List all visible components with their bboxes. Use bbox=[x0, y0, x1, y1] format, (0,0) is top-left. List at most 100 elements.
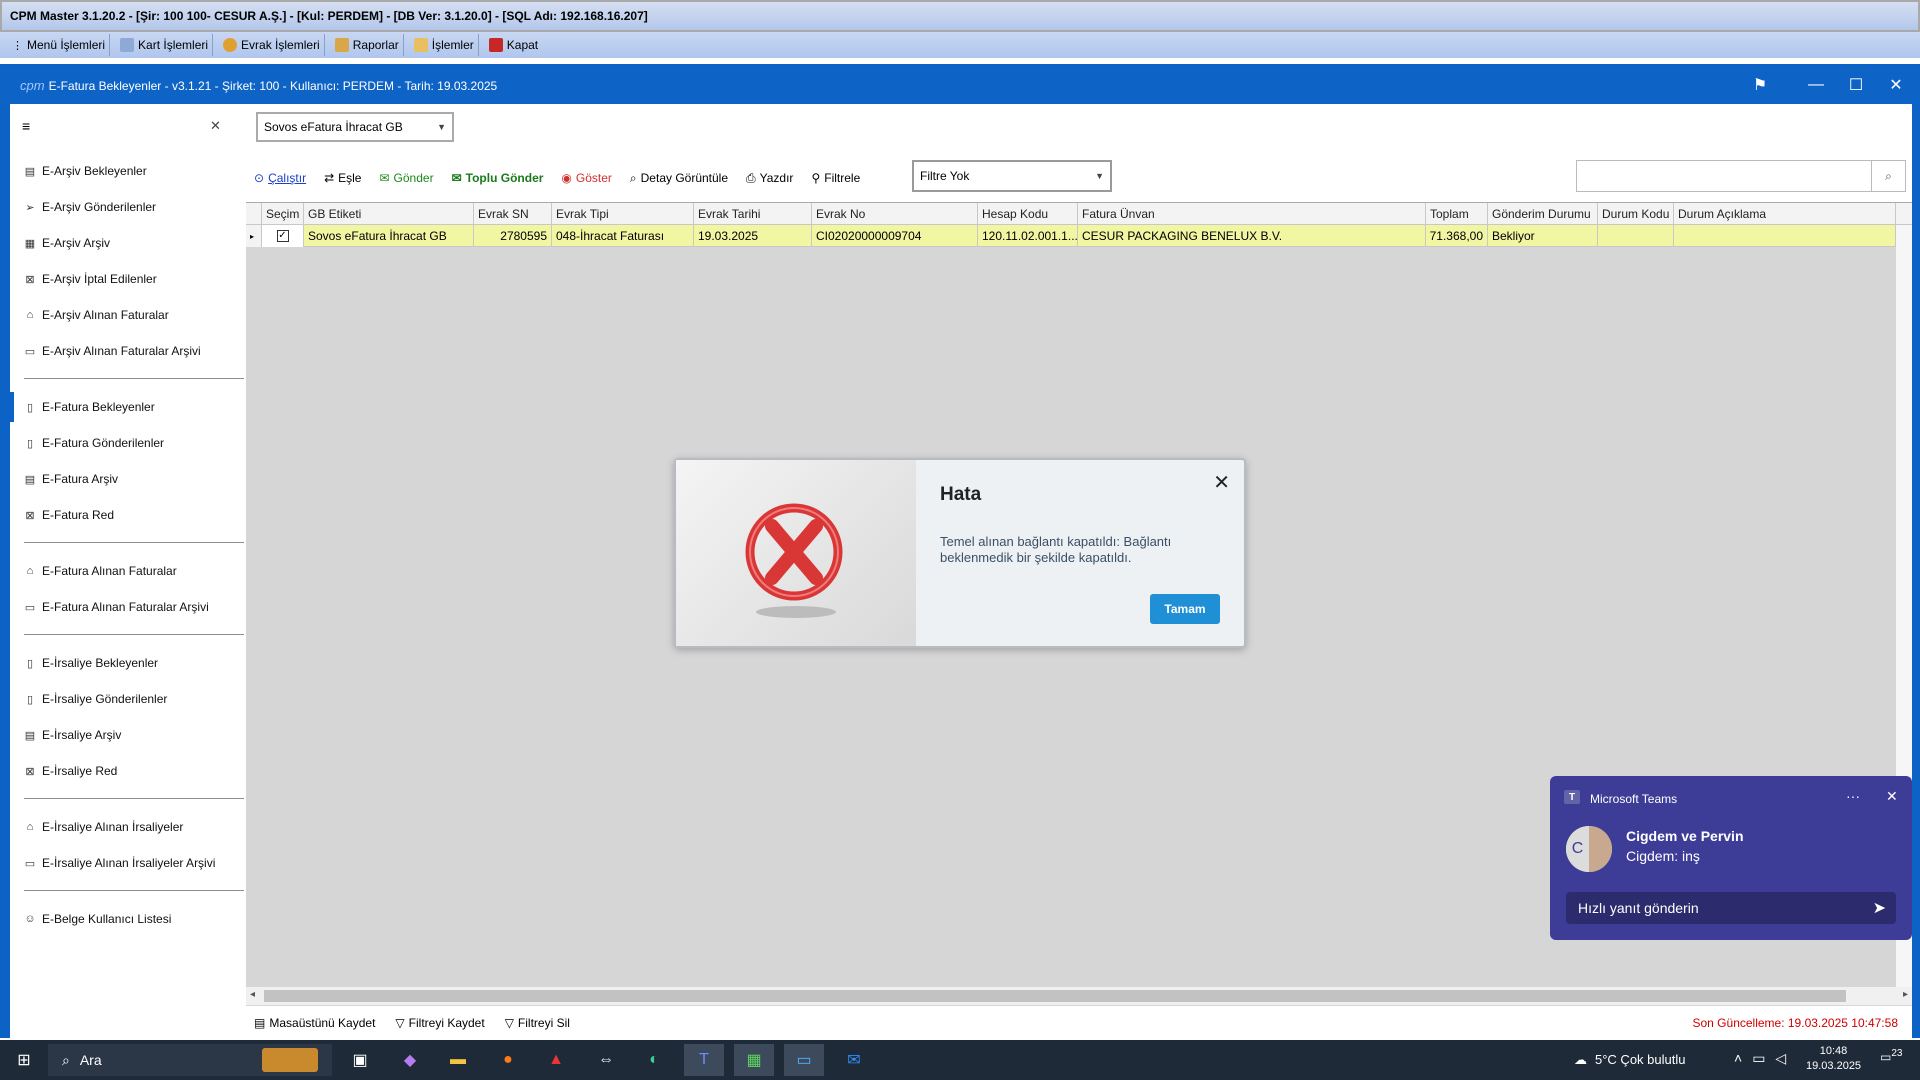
search-icon[interactable]: ⌕ bbox=[1871, 161, 1905, 191]
sidebar-item-eirsaliye-red[interactable]: ⊠ E-İrsaliye Red bbox=[24, 758, 117, 784]
source-select[interactable]: Sovos eFatura İhracat GB ▼ bbox=[256, 112, 454, 142]
esle-button[interactable]: ⇄ Eşle bbox=[324, 171, 361, 185]
weather-widget[interactable]: ☁ 5°C Çok bulutlu bbox=[1574, 1052, 1685, 1068]
sidebar-item-efatura-alinan[interactable]: ⌂ E-Fatura Alınan Faturalar bbox=[24, 558, 177, 584]
sidebar-item-label: E-Belge Kullanıcı Listesi bbox=[42, 912, 172, 926]
sidebar-item-earsiv-arsiv[interactable]: ▦ E-Arşiv Arşiv bbox=[24, 230, 110, 256]
teams-taskbar-icon[interactable]: T bbox=[684, 1044, 724, 1076]
filter-select[interactable]: Filtre Yok ▼ bbox=[912, 160, 1112, 192]
teams-notification[interactable]: T Microsoft Teams ··· ✕ C Cigdem ve Perv… bbox=[1550, 776, 1912, 940]
network-icon[interactable]: ▭ bbox=[1752, 1050, 1765, 1067]
sidebar-item-eirsaliye-bekleyenler[interactable]: ▯ E-İrsaliye Bekleyenler bbox=[24, 650, 158, 676]
pin-icon[interactable]: ✕ bbox=[210, 118, 221, 134]
menu-raporlar[interactable]: Raporlar bbox=[331, 34, 404, 56]
menu-evrak-islemleri[interactable]: Evrak İşlemleri bbox=[219, 34, 325, 56]
sidebar-item-efatura-gonderilenler[interactable]: ▯ E-Fatura Gönderilenler bbox=[24, 430, 164, 456]
clock[interactable]: 10:48 19.03.2025 bbox=[1806, 1044, 1861, 1074]
column-header[interactable]: Evrak SN bbox=[474, 203, 552, 225]
excel-app-icon[interactable]: ▦ bbox=[734, 1044, 774, 1076]
task-view-icon[interactable]: ▣ bbox=[340, 1044, 380, 1076]
filtreyi-sil-button[interactable]: ▽ Filtreyi Sil bbox=[505, 1016, 570, 1030]
cpm-app-icon[interactable]: ▭ bbox=[784, 1044, 824, 1076]
outlook-icon[interactable]: ✉ bbox=[834, 1044, 874, 1076]
table-row[interactable]: ▸ ✓ Sovos eFatura İhracat GB 2780595 048… bbox=[246, 225, 1902, 247]
gonder-button[interactable]: ✉ Gönder bbox=[379, 171, 433, 185]
scroll-right-icon[interactable]: ▸ bbox=[1903, 989, 1908, 1000]
edge-icon[interactable]: ◐ bbox=[634, 1044, 674, 1076]
app-title-text: E-Fatura Bekleyenler - v3.1.21 - Şirket:… bbox=[48, 78, 498, 93]
sidebar-item-efatura-arsiv[interactable]: ▤ E-Fatura Arşiv bbox=[24, 466, 118, 492]
notification-icon[interactable]: ⚑ bbox=[1740, 66, 1780, 104]
row-checkbox[interactable]: ✓ bbox=[262, 225, 304, 247]
sidebar-item-efatura-red[interactable]: ⊠ E-Fatura Red bbox=[24, 502, 114, 528]
sidebar-item-eirsaliye-alinan[interactable]: ⌂ E-İrsaliye Alınan İrsaliyeler bbox=[24, 814, 184, 840]
firefox-icon[interactable]: ● bbox=[488, 1044, 528, 1076]
sidebar-item-earsiv-alinan-arsiv[interactable]: ▭ E-Arşiv Alınan Faturalar Arşivi bbox=[24, 338, 201, 364]
sidebar-item-earsiv-gonderilenler[interactable]: ➢ E-Arşiv Gönderilenler bbox=[24, 194, 156, 220]
toplu-gonder-button[interactable]: ✉ Toplu Gönder bbox=[452, 171, 544, 185]
sidebar-item-label: E-Arşiv Arşiv bbox=[42, 236, 111, 250]
acrobat-icon[interactable]: ▲ bbox=[536, 1044, 576, 1076]
column-header[interactable]: Hesap Kodu bbox=[978, 203, 1078, 225]
volume-icon[interactable]: ◁ bbox=[1775, 1050, 1786, 1067]
dialog-close-icon[interactable]: ✕ bbox=[1213, 470, 1230, 495]
chevron-up-icon[interactable]: ˄ bbox=[1734, 1050, 1742, 1067]
taskbar-search[interactable]: ⌕ Ara bbox=[48, 1044, 332, 1076]
column-header[interactable]: Evrak Tipi bbox=[552, 203, 694, 225]
menu-islemler[interactable]: İşlemler bbox=[410, 34, 479, 56]
column-header[interactable]: Fatura Ünvan bbox=[1078, 203, 1426, 225]
notification-center-icon[interactable]: ▭23 bbox=[1880, 1048, 1902, 1064]
menu-kapat[interactable]: Kapat bbox=[485, 34, 542, 56]
sidebar-item-label: E-Arşiv Alınan Faturalar Arşivi bbox=[42, 344, 201, 358]
sidebar-item-earsiv-iptal[interactable]: ⊠ E-Arşiv İptal Edilenler bbox=[24, 266, 156, 292]
scroll-left-icon[interactable]: ◂ bbox=[250, 989, 255, 1000]
source-select-value: Sovos eFatura İhracat GB bbox=[264, 120, 403, 134]
calistir-button[interactable]: ⊙ Çalıştır bbox=[254, 171, 306, 185]
filtreyi-kaydet-button[interactable]: ▽ Filtreyi Kaydet bbox=[395, 1016, 484, 1030]
document-icon: ▯ bbox=[26, 657, 34, 670]
menu-kart-islemleri[interactable]: Kart İşlemleri bbox=[116, 34, 214, 56]
menu-menu-islemleri[interactable]: ⋮ Menü İşlemleri bbox=[8, 34, 111, 56]
sidebar-item-eirsaliye-alinan-arsiv[interactable]: ▭ E-İrsaliye Alınan İrsaliyeler Arşivi bbox=[24, 850, 216, 876]
minimize-button[interactable]: — bbox=[1796, 66, 1836, 104]
send-icon[interactable]: ➤ bbox=[1873, 898, 1886, 918]
column-header[interactable]: Durum Açıklama bbox=[1674, 203, 1896, 225]
sidebar-item-label: E-Fatura Gönderilenler bbox=[42, 436, 165, 450]
detay-goruntule-button[interactable]: ⌕ Detay Görüntüle bbox=[630, 171, 728, 186]
sidebar-item-ebelge-kullanici[interactable]: ☺ E-Belge Kullanıcı Listesi bbox=[24, 906, 171, 932]
goster-button[interactable]: ◉ Göster bbox=[561, 171, 612, 185]
close-window-button[interactable]: ✕ bbox=[1876, 66, 1916, 104]
column-header[interactable]: Toplam bbox=[1426, 203, 1488, 225]
cell-durum-kodu bbox=[1598, 225, 1674, 247]
magnifier-icon: ⌕ bbox=[629, 170, 637, 185]
column-header[interactable]: Gönderim Durumu bbox=[1488, 203, 1598, 225]
clock-date: 19.03.2025 bbox=[1806, 1060, 1862, 1072]
more-options-icon[interactable]: ··· bbox=[1846, 788, 1860, 804]
masaustu-kaydet-button[interactable]: ▤ Masaüstünü Kaydet bbox=[254, 1016, 375, 1030]
sidebar-item-efatura-alinan-arsiv[interactable]: ▭ E-Fatura Alınan Faturalar Arşivi bbox=[24, 594, 209, 620]
sidebar-item-earsiv-alinan[interactable]: ⌂ E-Arşiv Alınan Faturalar bbox=[24, 302, 169, 328]
column-header[interactable]: Durum Kodu bbox=[1598, 203, 1674, 225]
yazdir-button[interactable]: ⎙ Yazdır bbox=[746, 171, 793, 186]
sidebar-item-efatura-bekleyenler[interactable]: ▯ E-Fatura Bekleyenler bbox=[24, 394, 155, 420]
horizontal-scrollbar[interactable]: ◂ ▸ bbox=[246, 987, 1912, 1005]
column-header[interactable]: Evrak No bbox=[812, 203, 978, 225]
toast-close-icon[interactable]: ✕ bbox=[1886, 788, 1898, 805]
ok-button[interactable]: Tamam bbox=[1150, 594, 1220, 624]
copilot-icon[interactable]: ◆ bbox=[390, 1044, 430, 1076]
hamburger-menu-icon[interactable]: ≡ bbox=[22, 118, 30, 134]
teamviewer-icon[interactable]: ⇔ bbox=[586, 1044, 626, 1076]
scroll-thumb[interactable] bbox=[264, 990, 1846, 1002]
column-header[interactable]: Evrak Tarihi bbox=[694, 203, 812, 225]
maximize-button[interactable]: ☐ bbox=[1836, 66, 1876, 104]
column-header[interactable]: GB Etiketi bbox=[304, 203, 474, 225]
sidebar-item-eirsaliye-gonderilenler[interactable]: ▯ E-İrsaliye Gönderilenler bbox=[24, 686, 167, 712]
quick-reply-input[interactable]: Hızlı yanıt gönderin ➤ bbox=[1566, 892, 1896, 924]
file-explorer-icon[interactable]: ▬ bbox=[438, 1044, 478, 1076]
windows-start-icon[interactable]: ⊞ bbox=[4, 1044, 44, 1076]
sidebar-item-earsiv-bekleyenler[interactable]: ▤ E-Arşiv Bekleyenler bbox=[24, 158, 147, 184]
column-header[interactable]: Seçim bbox=[262, 203, 304, 225]
search-input[interactable]: ⌕ bbox=[1576, 160, 1906, 192]
filtrele-button[interactable]: ⚲ Filtrele bbox=[811, 171, 860, 185]
sidebar-item-eirsaliye-arsiv[interactable]: ▤ E-İrsaliye Arşiv bbox=[24, 722, 122, 748]
